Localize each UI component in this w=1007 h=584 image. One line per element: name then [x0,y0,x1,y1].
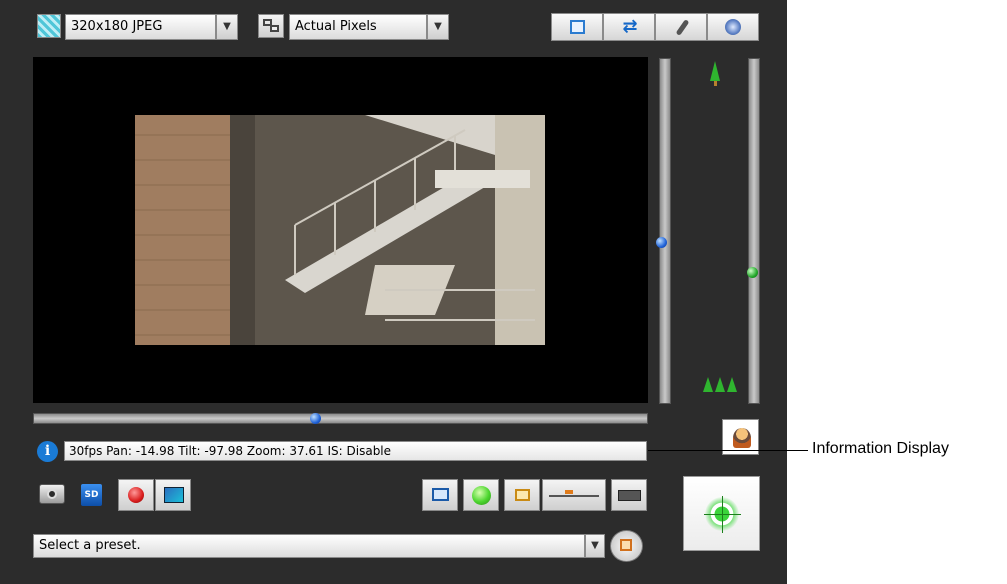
viewer-icon [164,487,184,503]
speaker-icon [725,19,741,35]
view-size-value: Actual Pixels [295,19,377,34]
backlight-icon [733,428,751,448]
wide-tree-2 [715,377,725,392]
preset-dropdown-button[interactable]: ▼ [585,534,605,558]
ptz-crosshair-v [722,496,723,533]
preset-go-button[interactable] [610,530,643,562]
pan-slider-handle[interactable] [310,413,321,424]
ptz-control-button[interactable] [683,476,760,551]
camera-video-image [135,115,545,345]
fullscreen-button[interactable] [551,13,603,41]
microphone-button[interactable] [655,13,707,41]
wide-tree-3 [727,377,737,392]
snapshot-button[interactable] [36,480,70,510]
tele-tree-crown [710,61,720,81]
record-icon [128,487,144,503]
wide-tree-1 [703,377,713,392]
frame-icon [515,489,530,501]
view-size-dropdown-button[interactable]: ▼ [427,14,449,40]
record-button[interactable] [118,479,154,511]
level-icon [549,495,599,497]
tilt-slider-track[interactable] [659,58,671,404]
tele-tree-trunk [714,81,717,86]
snapshot-icon [39,484,65,504]
frame-button[interactable] [504,479,540,511]
preset-select[interactable]: Select a preset. [33,534,585,558]
status-light-button[interactable] [463,479,499,511]
resolution-select[interactable]: 320x180 JPEG [65,14,216,40]
resolution-value: 320x180 JPEG [71,19,163,34]
level-button[interactable] [542,479,606,511]
snapshot-lens [47,489,57,499]
sd-card-button[interactable]: SD [81,484,102,506]
view-size-glyph-2 [270,25,279,32]
status-light-icon [472,486,491,505]
info-icon: i [37,441,58,462]
level-marker [565,490,573,494]
callout-line [648,450,808,451]
view-size-select[interactable]: Actual Pixels [289,14,427,40]
wide-trees-icon[interactable] [703,377,739,397]
image-quality-icon[interactable] [37,14,61,38]
information-display: 30fps Pan: -14.98 Tilt: -97.98 Zoom: 37.… [64,441,647,461]
swap-icon: ⇄ [622,16,638,37]
tele-tree-icon[interactable] [710,61,720,91]
display-icon [432,488,449,501]
fullscreen-icon [570,20,585,34]
keyboard-button[interactable] [611,479,647,511]
view-size-icon[interactable] [258,14,284,38]
zoom-slider-track[interactable] [748,58,760,404]
viewer-button[interactable] [155,479,191,511]
zoom-slider-handle[interactable] [747,267,758,278]
preset-go-icon [620,539,632,551]
resolution-dropdown-button[interactable]: ▼ [216,14,238,40]
swap-button[interactable]: ⇄ [603,13,655,41]
callout-label: Information Display [812,440,949,457]
speaker-button[interactable] [707,13,759,41]
microphone-icon [675,19,690,36]
keyboard-icon [618,490,641,501]
tilt-slider-handle[interactable] [656,237,667,248]
preset-value: Select a preset. [39,538,141,553]
video-area[interactable] [33,57,648,403]
pan-slider-track[interactable] [33,413,648,424]
camera-viewer-panel: 320x180 JPEG ▼ Actual Pixels ▼ ⇄ i 30fps… [0,0,787,584]
display-button[interactable] [422,479,458,511]
